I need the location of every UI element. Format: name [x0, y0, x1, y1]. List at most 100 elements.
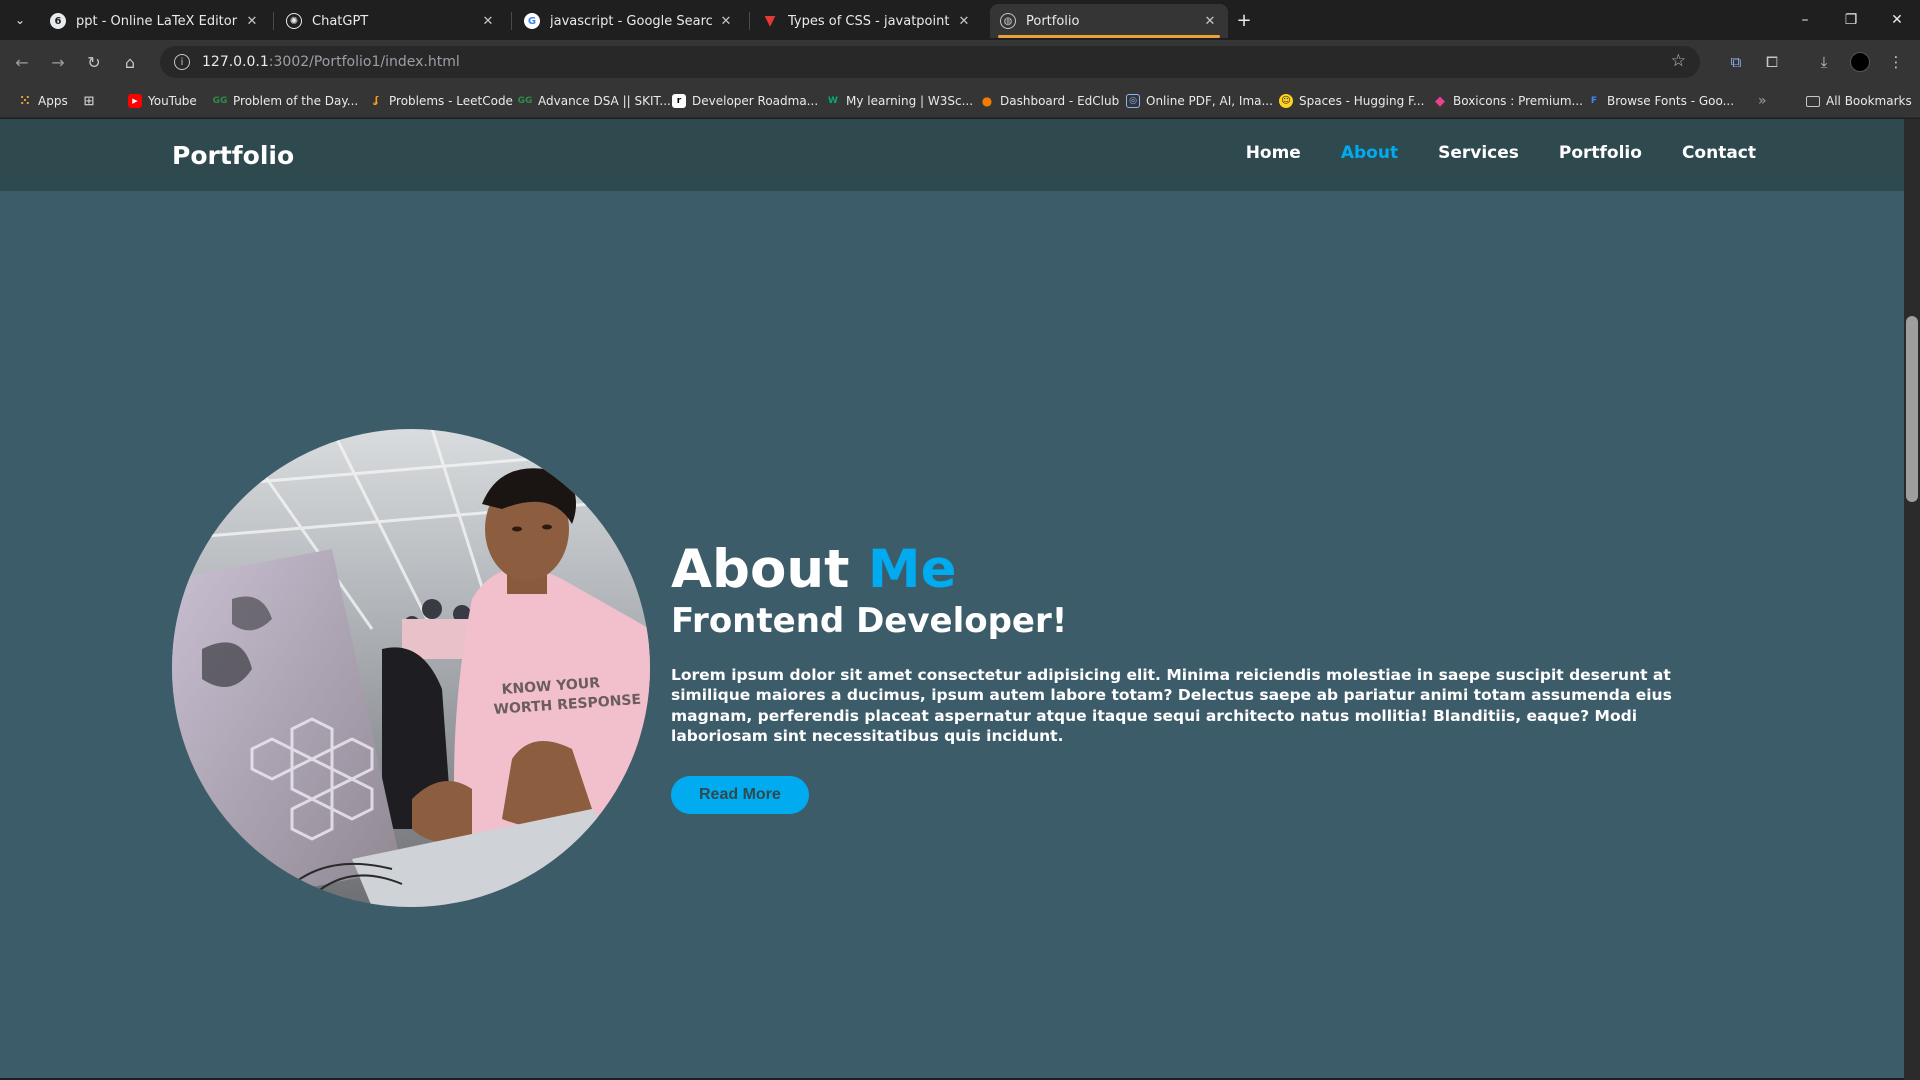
pdf-icon: ◎ [1126, 94, 1140, 108]
tab-title: Types of CSS - javatpoint [788, 13, 950, 29]
scrollbar-thumb[interactable] [1906, 316, 1918, 502]
javatpoint-icon: ▼ [764, 13, 776, 29]
page-scrollbar[interactable] [1904, 119, 1920, 1080]
nav-portfolio[interactable]: Portfolio [1559, 143, 1642, 163]
nav-about[interactable]: About [1341, 143, 1398, 163]
gfg-icon: GG [212, 96, 228, 106]
tab-strip: ⌄ 6 ppt - Online LaTeX Editor Overl ✕ ✺ … [0, 0, 1920, 40]
bookmark-label: Developer Roadma... [692, 94, 819, 108]
bookmark-leetcode[interactable]: ʆ Problems - LeetCode [369, 90, 513, 112]
tab-title: javascript - Google Search [550, 13, 712, 29]
close-icon[interactable]: ✕ [244, 13, 260, 29]
bookmark-label: Spaces - Hugging F... [1299, 94, 1425, 108]
tab-title: ChatGPT [312, 13, 369, 29]
chatgpt-icon: ✺ [286, 13, 302, 29]
tab-title: Portfolio [1026, 13, 1080, 29]
reload-icon[interactable]: ↻ [82, 50, 106, 74]
youtube-icon: ▶ [128, 94, 142, 108]
bookmark-apps[interactable]: ⁙ Apps [18, 90, 68, 112]
bookmark-label: YouTube [148, 94, 197, 108]
google-fonts-icon: F [1590, 96, 1598, 106]
site-header: Portfolio Home About Services Portfolio … [0, 119, 1904, 191]
bookmark-gfg-potd[interactable]: GG Problem of the Day... [212, 90, 359, 112]
huggingface-icon: ☺ [1279, 94, 1293, 108]
bookmark-label: Apps [38, 94, 68, 108]
folder-icon [1806, 95, 1820, 107]
address-bar[interactable]: i 127.0.0.1:3002/Portfolio1/index.html ☆ [160, 46, 1700, 78]
bookmark-star-icon[interactable]: ☆ [1671, 51, 1686, 71]
profile-photo: KNOW YOUR WORTH RESPONSE [172, 429, 650, 907]
site-info-icon[interactable]: i [174, 54, 190, 70]
bookmark-advance-dsa[interactable]: GG Advance DSA || SKIT... [518, 90, 671, 112]
close-icon[interactable]: ✕ [480, 13, 496, 29]
read-more-button[interactable]: Read More [671, 775, 809, 814]
w3schools-icon: W [828, 96, 838, 106]
close-icon[interactable]: ✕ [1202, 13, 1218, 29]
site-nav: Home About Services Portfolio Contact [1246, 143, 1756, 163]
restore-icon[interactable]: ❐ [1828, 0, 1874, 40]
about-heading: About Me [671, 540, 1731, 599]
tab-search-chevron-icon[interactable]: ⌄ [8, 8, 32, 32]
bookmark-label: Online PDF, AI, Ima... [1146, 94, 1273, 108]
profile-photo-illustration: KNOW YOUR WORTH RESPONSE [172, 429, 650, 907]
bookmark-google-fonts[interactable]: F Browse Fonts - Goo... [1587, 90, 1734, 112]
bookmarks-bar: ⁙ Apps ⊞ ▶ YouTube GG Problem of the Day… [0, 84, 1920, 118]
forward-icon[interactable]: → [46, 50, 70, 74]
about-subtitle: Frontend Developer! [671, 601, 1068, 642]
tab-groups-icon: ⊞ [83, 93, 95, 109]
edclub-icon: ● [981, 94, 993, 108]
nav-home[interactable]: Home [1246, 143, 1301, 163]
menu-kebab-icon[interactable]: ⋮ [1884, 50, 1908, 74]
bookmark-label: Browse Fonts - Goo... [1607, 94, 1735, 108]
new-tab-button[interactable]: + [1232, 8, 1256, 32]
window-close-icon[interactable]: ✕ [1874, 0, 1920, 40]
bookmark-boxicons[interactable]: ◆ Boxicons : Premium... [1433, 90, 1583, 112]
nav-services[interactable]: Services [1438, 143, 1519, 163]
about-body: Lorem ipsum dolor sit amet consectetur a… [671, 666, 1672, 745]
profile-avatar[interactable] [1848, 50, 1872, 74]
url-host: 127.0.0.1 [202, 54, 269, 70]
tab-chatgpt[interactable]: ✺ ChatGPT ✕ [276, 4, 506, 38]
all-bookmarks-label: All Bookmarks [1826, 94, 1912, 108]
tab-google-search[interactable]: G javascript - Google Search ✕ [514, 4, 744, 38]
bookmark-youtube[interactable]: ▶ YouTube [128, 90, 197, 112]
page-viewport: Portfolio Home About Services Portfolio … [0, 119, 1904, 1078]
bookmark-online-pdf[interactable]: ◎ Online PDF, AI, Ima... [1126, 90, 1273, 112]
leetcode-icon: ʆ [373, 96, 379, 106]
about-section: About Me Frontend Developer! Lorem ipsum… [671, 540, 1731, 814]
browser-toolbar: ← → ↻ ⌂ i 127.0.0.1:3002/Portfolio1/inde… [0, 40, 1920, 84]
bookmark-huggingface[interactable]: ☺ Spaces - Hugging F... [1279, 90, 1424, 112]
bookmark-label: My learning | W3Sc... [846, 94, 974, 108]
gfg-icon: GG [517, 96, 533, 106]
tab-portfolio[interactable]: ◍ Portfolio ✕ [990, 4, 1228, 38]
tab-javatpoint[interactable]: ▼ Types of CSS - javatpoint ✕ [752, 4, 982, 38]
all-bookmarks-folder[interactable]: All Bookmarks [1806, 90, 1912, 112]
bookmark-label: Problem of the Day... [233, 94, 359, 108]
minimize-icon[interactable]: – [1782, 0, 1828, 40]
bookmark-w3schools[interactable]: W My learning | W3Sc... [826, 90, 973, 112]
tab-divider [273, 12, 274, 30]
site-logo[interactable]: Portfolio [172, 141, 294, 170]
bookmarks-overflow-icon[interactable]: » [1758, 90, 1767, 112]
roadmap-icon: r [672, 94, 686, 108]
extensions-puzzle-icon[interactable]: ⧠ [1760, 50, 1784, 74]
translate-extension-icon[interactable]: ⧉ [1724, 50, 1748, 74]
home-icon[interactable]: ⌂ [118, 50, 142, 74]
close-icon[interactable]: ✕ [956, 13, 972, 29]
back-icon[interactable]: ← [10, 50, 34, 74]
bookmark-roadmap[interactable]: r Developer Roadma... [672, 90, 818, 112]
tab-overleaf[interactable]: 6 ppt - Online LaTeX Editor Overl ✕ [40, 4, 270, 38]
overleaf-icon: 6 [50, 13, 66, 29]
bookmark-label: Dashboard - EdClub [1000, 94, 1120, 108]
tab-title: ppt - Online LaTeX Editor Overl [76, 13, 238, 29]
apps-grid-icon: ⁙ [19, 93, 31, 109]
bookmark-label: Problems - LeetCode [389, 94, 513, 108]
bookmark-tab-groups[interactable]: ⊞ [82, 90, 102, 112]
downloads-icon[interactable]: ⤓ [1812, 50, 1836, 74]
bookmark-label: Advance DSA || SKIT... [538, 94, 671, 108]
close-icon[interactable]: ✕ [718, 13, 734, 29]
url-path: :3002/Portfolio1/index.html [268, 54, 460, 70]
bookmark-edclub[interactable]: ● Dashboard - EdClub [980, 90, 1119, 112]
nav-contact[interactable]: Contact [1682, 143, 1756, 163]
tab-divider [511, 12, 512, 30]
